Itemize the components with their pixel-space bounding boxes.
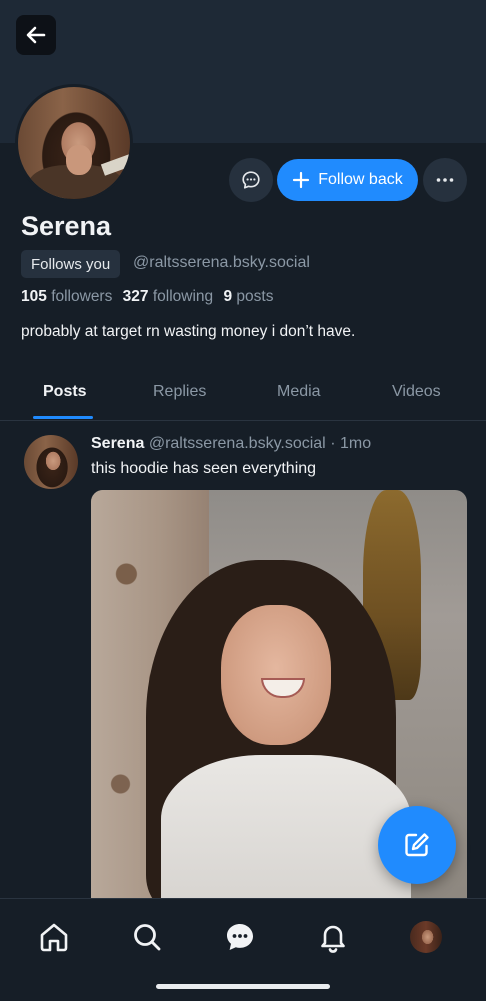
following-link[interactable]: 327 following [123,288,214,305]
bell-icon [321,925,345,953]
compose-icon [405,833,429,857]
nav-profile[interactable] [406,917,446,957]
followers-count: 105 [21,288,47,305]
chat-icon [227,924,253,950]
tab-replies[interactable]: Replies [153,383,206,401]
post-timestamp[interactable]: 1mo [340,435,371,452]
posts-count: 9 [223,288,233,305]
nav-chat[interactable] [220,917,260,957]
post-text: this hoodie has seen everything [91,460,317,477]
nav-search[interactable] [127,917,167,957]
ellipsis-icon [436,178,454,182]
search-icon [134,924,161,951]
tab-media[interactable]: Media [277,383,321,401]
home-icon [40,923,68,952]
nav-home[interactable] [34,917,74,957]
plus-icon [293,171,310,189]
posts-label: posts [236,288,274,305]
profile-avatar[interactable] [15,84,133,202]
post-author-name[interactable]: Serena [91,435,144,452]
follow-back-button[interactable]: Follow back [277,159,418,201]
post-header: Serena @raltsserena.bsky.social · 1mo [91,435,371,453]
message-button[interactable] [229,158,273,202]
follows-you-label: Follows you [31,255,111,273]
follow-back-label: Follow back [318,171,403,188]
home-indicator [156,984,330,989]
nav-notifications[interactable] [313,917,353,957]
post-author-avatar[interactable] [24,435,78,489]
tab-posts[interactable]: Posts [43,383,87,401]
follows-you-badge: Follows you [21,250,121,278]
compose-post-button[interactable] [378,806,456,884]
profile-tabs: Posts Replies Media Videos [0,370,486,421]
avatar [410,921,442,953]
tab-videos[interactable]: Videos [392,383,441,401]
followers-link[interactable]: 105 followers [21,288,112,305]
profile-bio: probably at target rn wasting money i do… [21,323,356,340]
followers-label: followers [51,288,113,305]
post-author-handle[interactable]: @raltsserena.bsky.social [149,435,326,452]
arrow-left-icon [26,26,46,44]
post-separator: · [330,435,336,452]
back-button[interactable] [16,15,56,55]
chat-bubble-icon [242,171,260,189]
profile-name: Serena [21,211,112,241]
profile-handle: @raltsserena.bsky.social [133,254,310,271]
image-detail [161,755,411,910]
following-count: 327 [122,288,149,305]
active-tab-indicator [33,416,93,419]
profile-stats: 105 followers 327 following 9 posts [21,288,273,306]
posts-stat: 9 posts [223,288,273,305]
following-label: following [152,288,214,305]
more-options-button[interactable] [423,158,467,202]
avatar-photo-detail [66,145,92,175]
image-detail [221,605,331,745]
